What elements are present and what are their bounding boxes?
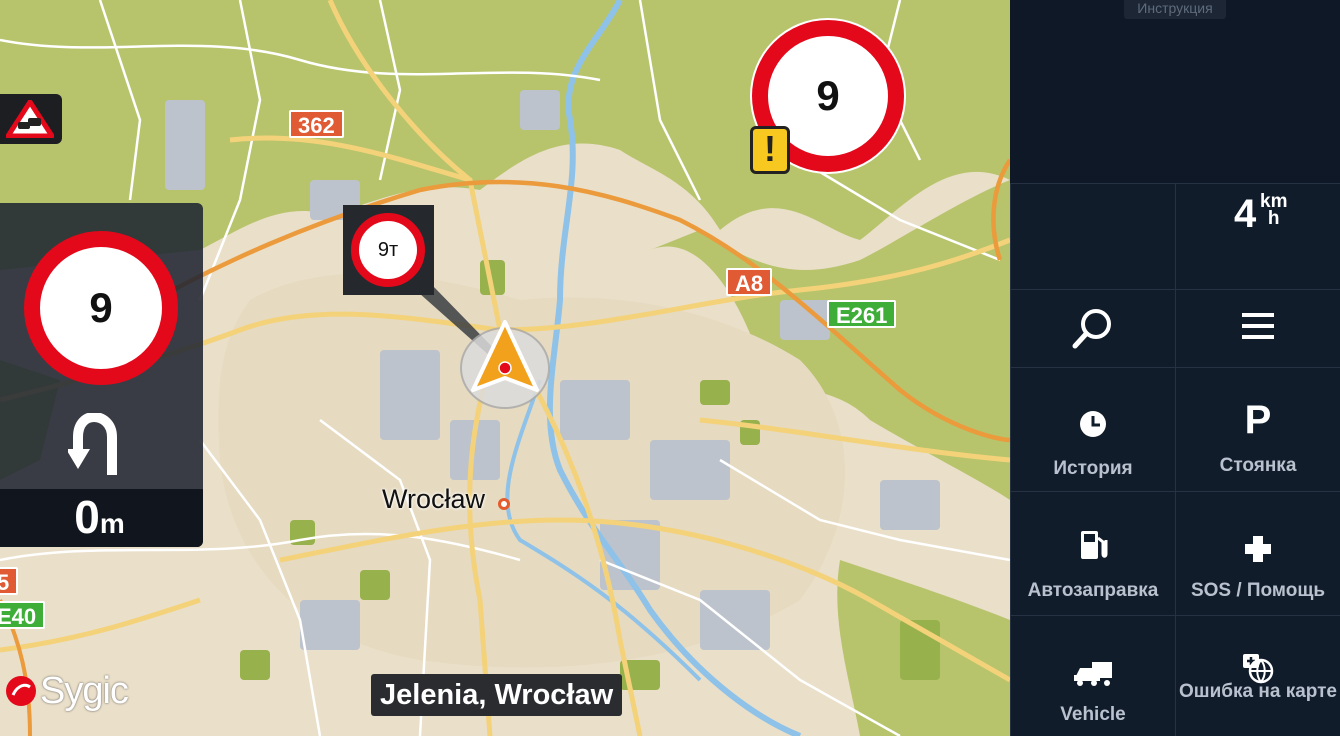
speed-unit-bottom: h: [1267, 208, 1280, 229]
warning-icon[interactable]: !: [750, 126, 790, 174]
fuel-label: Автозаправка: [1027, 580, 1159, 601]
empty-cell: [1010, 183, 1175, 289]
sos-button[interactable]: SOS / Помощь: [1175, 491, 1340, 615]
traffic-warning-button[interactable]: [0, 94, 62, 144]
u-turn-icon: [68, 413, 117, 475]
sygic-logo-icon: [6, 676, 36, 706]
traffic-jam-icon: [6, 100, 54, 138]
map-error-label: Ошибка на карте: [1178, 681, 1337, 702]
map-view[interactable]: 362 A8 E261 5 E40 9т 9 ! Wrocław 9 0m Je…: [0, 0, 1010, 736]
weight-limit-sign: 9т: [351, 213, 425, 287]
road-badge-362: 362: [289, 110, 344, 138]
search-button[interactable]: [1010, 289, 1175, 367]
distance-to-turn: 0m: [0, 489, 203, 547]
current-speed-value: 4: [1234, 192, 1257, 236]
weight-limit-callout[interactable]: 9т: [343, 205, 434, 295]
current-street-label: Jelenia, Wrocław: [371, 674, 623, 716]
sos-label: SOS / Помощь: [1190, 580, 1326, 601]
current-speed-cell: 4 km h: [1175, 183, 1340, 289]
history-button[interactable]: История: [1010, 367, 1175, 491]
logo-text: Sygic: [40, 669, 129, 712]
vehicle-button[interactable]: Vehicle: [1010, 615, 1175, 736]
sos-icon: [1245, 536, 1271, 562]
history-icon: [1080, 411, 1106, 437]
current-position-icon: [455, 318, 555, 418]
road-badge-partial: 5: [0, 567, 19, 595]
road-badge-a8: A8: [726, 268, 773, 296]
parking-label: Стоянка: [1219, 455, 1297, 476]
vehicle-label: Vehicle: [1060, 704, 1126, 725]
vehicle-icon: [1074, 662, 1112, 686]
fuel-button[interactable]: Автозаправка: [1010, 491, 1175, 615]
distance-value: 0: [74, 491, 100, 543]
speed-unit: km h: [1260, 192, 1287, 229]
instruction-tab[interactable]: Инструкция: [1124, 0, 1226, 19]
parking-button[interactable]: P Стоянка: [1175, 367, 1340, 491]
speed-limit-sign: 9: [24, 231, 178, 385]
sygic-logo: Sygic: [4, 668, 129, 714]
menu-button[interactable]: [1175, 289, 1340, 367]
instruction-panel[interactable]: 9 0m: [0, 203, 203, 547]
fuel-icon: [1081, 531, 1108, 559]
search-icon: [1072, 309, 1111, 349]
hamburger-menu-icon: [1242, 313, 1274, 339]
map-error-button[interactable]: Ошибка на карте: [1175, 615, 1340, 736]
city-label: Wrocław: [382, 484, 486, 514]
city-marker: [498, 498, 510, 510]
road-badge-e261: E261: [827, 300, 897, 328]
distance-unit: m: [99, 508, 125, 539]
history-label: История: [1053, 458, 1133, 479]
parking-icon: P: [1244, 398, 1272, 442]
side-menu-panel: Инструкция 4 km h История P Стоянка Авто…: [1010, 0, 1340, 736]
road-badge-e40: E40: [0, 601, 46, 629]
